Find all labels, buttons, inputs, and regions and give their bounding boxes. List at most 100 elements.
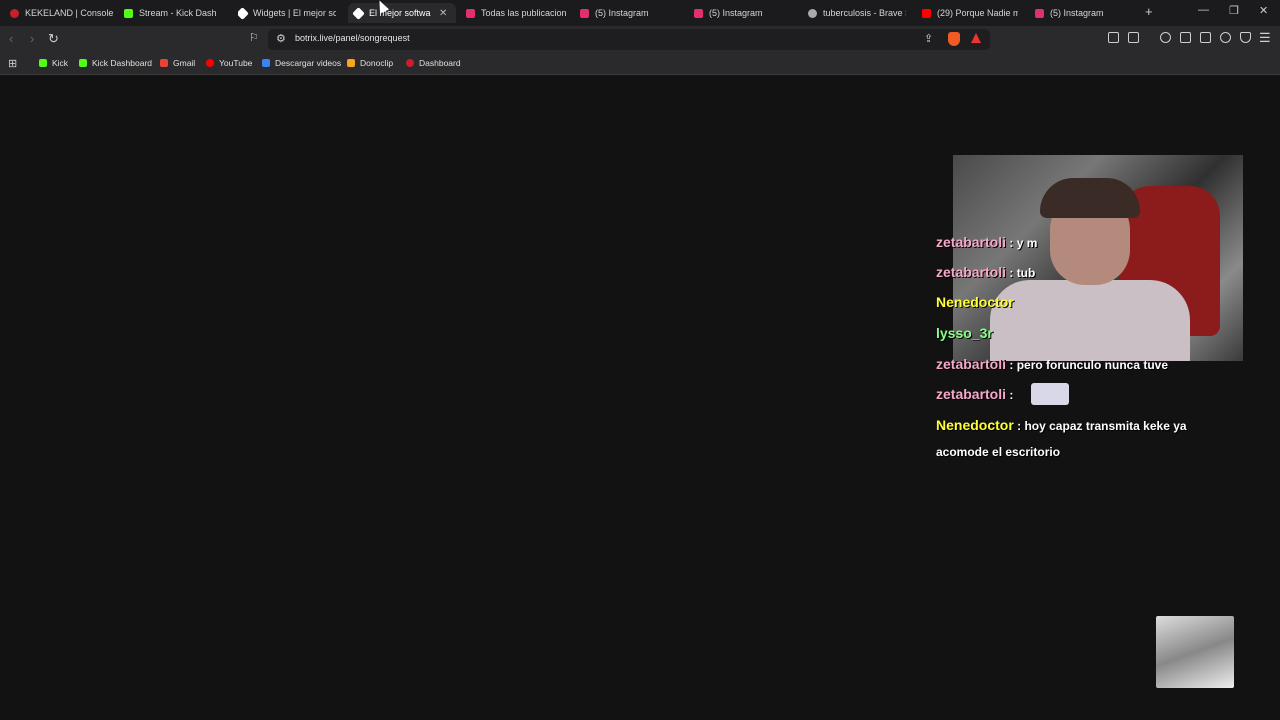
tab-title: (5) Instagram — [1050, 8, 1104, 18]
chat-username: zetabartoli — [936, 264, 1007, 280]
chat-text: y m — [1016, 236, 1038, 250]
tab-kekeland[interactable]: KEKELAND | Console — [10, 3, 115, 23]
chat-message: zetabartoli : pero forunculo nunca tuve — [936, 356, 1168, 372]
url-text: botrix.live/panel/songrequest — [295, 33, 410, 43]
chat-message: Nenedoctor : hoy capaz transmita keke ya — [936, 417, 1187, 433]
tab-bar: KEKELAND | Console Stream - Kick Dash Wi… — [0, 0, 1280, 26]
tab-title: (5) Instagram — [595, 8, 649, 18]
chat-username: zetabartoli — [936, 234, 1007, 250]
bookmark-favicon — [406, 59, 414, 67]
window-close-icon[interactable]: ✕ — [1259, 4, 1268, 17]
site-info-icon[interactable]: ⚙ — [276, 32, 286, 45]
navigation-bar: ‹ › ↻ ⚐ ⚙ botrix.live/panel/songrequest … — [0, 26, 1280, 54]
chat-text: hoy capaz transmita keke ya — [1024, 419, 1187, 433]
media-icon[interactable] — [1160, 32, 1171, 43]
tab-kick-dashboard[interactable]: Stream - Kick Dash — [124, 3, 222, 23]
new-tab-icon[interactable]: + — [1145, 4, 1153, 19]
tab-widgets[interactable]: Widgets | El mejor soft — [238, 3, 336, 23]
bookmark-label: Gmail — [173, 58, 196, 68]
tab-title: (29) Porque Nadie me — [937, 8, 1018, 18]
tab-title: Todas las publicaciones — [481, 8, 566, 18]
tab-favicon — [808, 8, 817, 18]
streamer-hair — [1040, 178, 1140, 218]
brave-rewards-icon[interactable] — [971, 33, 981, 43]
leo-ai-icon[interactable] — [1220, 32, 1231, 43]
tab-favicon — [238, 6, 249, 20]
chat-username: Nenedoctor — [936, 294, 1014, 310]
bookmark-kick[interactable]: Kick — [39, 58, 68, 68]
chat-separator: : — [1006, 236, 1017, 250]
share-icon[interactable]: ⇪ — [924, 32, 933, 45]
bookmark-donoclip[interactable]: Donoclip — [347, 58, 393, 68]
bookmark-gmail[interactable]: Gmail — [160, 58, 195, 68]
chat-message: Nenedoctor — [936, 294, 1014, 310]
bookmark-favicon — [79, 59, 87, 67]
bookmark-label: Kick Dashboard — [92, 58, 153, 68]
tab-publicaciones[interactable]: Todas las publicaciones — [466, 3, 566, 23]
tab-favicon — [352, 6, 365, 20]
chat-separator: : — [1013, 419, 1025, 433]
chat-text: pero forunculo nunca tuve — [1016, 358, 1169, 372]
vpn-icon[interactable] — [1240, 32, 1251, 43]
chat-username: zetabartoli — [936, 386, 1007, 402]
tab-instagram-2[interactable]: (5) Instagram — [694, 3, 794, 23]
tab-title: Stream - Kick Dash — [139, 8, 217, 18]
sidebar-icon[interactable] — [1180, 32, 1191, 43]
minimize-icon[interactable]: — — [1198, 4, 1209, 16]
chat-text: tub — [1016, 266, 1036, 280]
tab-brave-search[interactable]: tuberculosis - Brave Se — [808, 3, 906, 23]
bookmark-favicon — [262, 59, 270, 67]
bookmark-favicon — [160, 59, 168, 67]
alert-thumbnail — [1156, 616, 1234, 688]
tab-title: (5) Instagram — [709, 8, 763, 18]
tab-favicon — [10, 8, 19, 18]
streamer-body — [990, 280, 1190, 361]
bookmark-youtube[interactable]: YouTube — [206, 58, 252, 68]
tab-title: KEKELAND | Console — [25, 8, 114, 18]
apps-grid-icon[interactable]: ⊞ — [8, 57, 17, 70]
chat-separator: : — [1006, 358, 1017, 372]
tab-youtube[interactable]: (29) Porque Nadie me — [922, 3, 1018, 23]
tab-favicon — [580, 8, 589, 18]
restore-icon[interactable]: ❐ — [1229, 4, 1239, 17]
bookmark-favicon — [39, 59, 47, 67]
screenshot-icon[interactable] — [1128, 32, 1139, 43]
extensions-icon[interactable] — [1108, 32, 1119, 43]
bookmarks-bar: ⊞ Kick Kick Dashboard Gmail YouTube Desc… — [0, 54, 1280, 75]
chat-message: zetabartoli : y m — [936, 234, 1037, 250]
bookmark-label: Kick — [52, 58, 69, 68]
bookmark-label: Descargar videos — [275, 58, 342, 68]
bookmark-kick-dashboard[interactable]: Kick Dashboard — [79, 58, 152, 68]
tab-favicon — [694, 8, 703, 18]
tab-title: tuberculosis - Brave Se — [823, 8, 906, 18]
brave-shields-icon[interactable] — [948, 32, 960, 46]
back-icon[interactable]: ‹ — [9, 31, 13, 46]
tab-botrix-active[interactable]: El mejor software✕ — [348, 3, 456, 23]
bookmark-dashboard[interactable]: Dashboard — [406, 58, 461, 68]
address-bar[interactable]: ⚙ botrix.live/panel/songrequest ⇪ — [268, 29, 990, 50]
wallet-icon[interactable] — [1200, 32, 1211, 43]
forward-icon[interactable]: › — [30, 31, 34, 46]
tab-favicon — [1035, 8, 1044, 18]
chat-message: lysso_3r — [936, 325, 993, 341]
tab-favicon — [922, 8, 931, 18]
close-icon[interactable]: ✕ — [439, 8, 447, 19]
chat-username: lysso_3r — [936, 325, 993, 341]
chat-separator: : — [1006, 388, 1014, 402]
bookmark-icon[interactable]: ⚐ — [249, 31, 259, 44]
bookmark-label: YouTube — [219, 58, 253, 68]
tab-favicon — [466, 8, 475, 18]
chat-username: zetabartoli — [936, 356, 1007, 372]
bookmark-favicon — [206, 59, 214, 67]
bookmark-descargar-videos[interactable]: Descargar videos — [262, 58, 341, 68]
tab-favicon — [124, 8, 133, 18]
reload-icon[interactable]: ↻ — [48, 31, 59, 47]
menu-icon[interactable]: ☰ — [1259, 30, 1271, 46]
bookmark-label: Dashboard — [419, 58, 461, 68]
chat-separator: : — [1006, 266, 1017, 280]
tab-instagram-1[interactable]: (5) Instagram — [580, 3, 680, 23]
tab-title: Widgets | El mejor soft — [253, 8, 336, 18]
tab-instagram-3[interactable]: (5) Instagram — [1035, 3, 1135, 23]
bookmark-favicon — [347, 59, 355, 67]
chat-message: zetabartoli : tub — [936, 264, 1035, 280]
